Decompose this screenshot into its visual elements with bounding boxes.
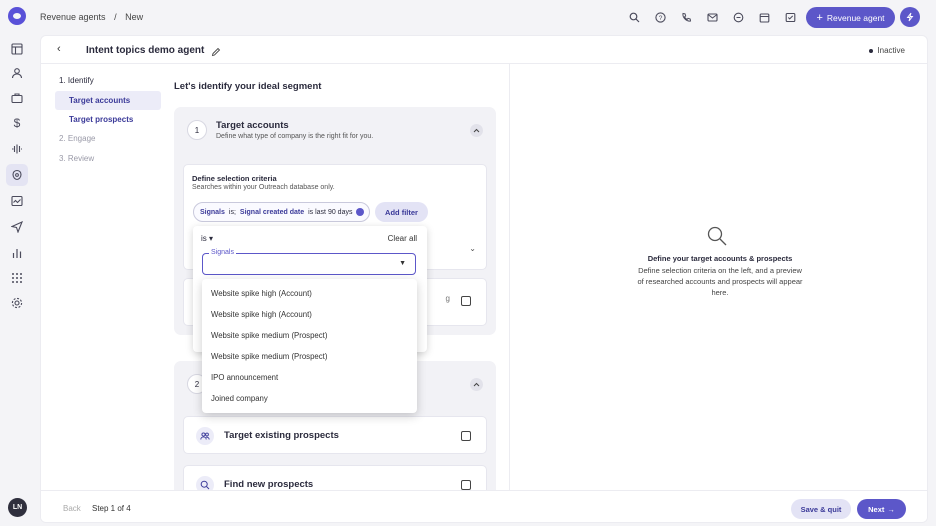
left-rail: $ LN <box>0 0 34 526</box>
menu-item[interactable]: Website spike medium (Prospect) <box>202 325 417 346</box>
existing-prospects-label: Target existing prospects <box>224 430 339 441</box>
criteria-label: Define selection criteria <box>192 174 277 183</box>
svg-text:?: ? <box>658 15 662 22</box>
revenue-agent-label: Revenue agent <box>826 12 885 23</box>
dollar-icon[interactable]: $ <box>8 114 26 132</box>
step-target-prospects[interactable]: Target prospects <box>55 110 161 129</box>
collapse-button[interactable] <box>470 378 483 391</box>
caret-down-icon: ▾ <box>209 234 214 243</box>
lightning-icon <box>906 12 914 22</box>
user-avatar[interactable]: LN <box>8 498 27 517</box>
footer-bar: Back Step 1 of 4 Save & quit Next → <box>41 490 927 522</box>
operator-value: is <box>201 234 207 243</box>
calendar-icon[interactable] <box>756 9 772 25</box>
tasks-icon[interactable] <box>782 9 798 25</box>
option-glyph: g <box>445 294 450 303</box>
preview-pane: Define your target accounts & prospects … <box>509 64 927 490</box>
agent-title: Intent topics demo agent <box>86 45 205 56</box>
panel-header: ‹ Intent topics demo agent Inactive <box>41 36 927 64</box>
status-label: Inactive <box>877 46 905 55</box>
agent-icon[interactable] <box>6 164 28 186</box>
next-label: Next <box>868 504 885 514</box>
section-title: Target accounts <box>216 120 289 131</box>
settings-gear-icon[interactable] <box>8 294 26 312</box>
arrow-right-icon: → <box>887 504 895 514</box>
caret-down-icon: ▼ <box>399 260 406 267</box>
find-new-prospects-label: Find new prospects <box>224 479 314 490</box>
chip-rest: is last 90 days <box>308 208 353 216</box>
option-checkbox[interactable] <box>461 296 471 306</box>
signals-dropdown-menu: Website spike high (Account) Website spi… <box>202 279 417 413</box>
help-icon[interactable]: ? <box>652 9 668 25</box>
chevron-up-icon <box>473 128 480 133</box>
section-subtitle: Define what type of company is the right… <box>216 133 374 140</box>
signals-select[interactable]: Signals ▼ <box>202 249 416 275</box>
menu-item[interactable]: Website spike high (Account) <box>202 283 417 304</box>
search-icon[interactable] <box>626 9 642 25</box>
outreach-logo[interactable] <box>8 7 26 25</box>
apps-grid-icon[interactable] <box>8 269 26 287</box>
save-quit-button[interactable]: Save & quit <box>791 499 851 519</box>
add-filter-button[interactable]: Add filter <box>375 202 428 222</box>
step-identify[interactable]: 1. Identify <box>55 71 161 91</box>
magnifier-icon <box>706 225 728 252</box>
collapse-button[interactable] <box>470 124 483 137</box>
mail-icon[interactable] <box>704 9 720 25</box>
menu-item[interactable]: Website spike medium (Prospect) <box>202 346 417 367</box>
preview-text: Define selection criteria on the left, a… <box>637 266 803 297</box>
step-target-accounts[interactable]: Target accounts <box>55 91 161 110</box>
back-arrow-icon[interactable]: ‹ <box>57 43 61 55</box>
clear-all-link[interactable]: Clear all <box>388 234 417 243</box>
lightning-button[interactable] <box>900 7 920 27</box>
section-number: 1 <box>187 120 207 140</box>
back-button[interactable]: Back <box>63 504 81 513</box>
status-dot <box>869 48 874 53</box>
breadcrumb-root[interactable]: Revenue agents <box>40 12 106 22</box>
top-bar: Revenue agents / New ? + Revenue agent <box>34 0 936 34</box>
breadcrumb-current: New <box>125 12 144 22</box>
waveform-icon[interactable] <box>8 140 26 158</box>
step-nav: 1. Identify Target accounts Target prosp… <box>55 71 161 169</box>
step-counter: Step 1 of 4 <box>92 504 131 513</box>
operator-select[interactable]: is ▾ <box>201 234 213 243</box>
existing-prospects-checkbox[interactable] <box>461 431 471 441</box>
send-icon[interactable] <box>8 218 26 236</box>
segment-heading: Let's identify your ideal segment <box>174 81 322 92</box>
menu-item[interactable]: Website spike high (Account) <box>202 304 417 325</box>
chat-icon[interactable] <box>730 9 746 25</box>
people-icon <box>196 427 214 445</box>
remove-chip-icon[interactable] <box>356 208 365 216</box>
breadcrumb-separator: / <box>114 12 117 22</box>
chip-is: is; <box>228 208 236 216</box>
chevron-up-icon <box>473 382 480 387</box>
add-revenue-agent-button[interactable]: + Revenue agent <box>806 7 895 28</box>
phone-icon[interactable] <box>678 9 694 25</box>
chip-signals: Signals <box>200 208 225 216</box>
menu-item[interactable]: Joined company <box>202 388 417 409</box>
next-button[interactable]: Next → <box>857 499 906 519</box>
layout-icon[interactable] <box>8 40 26 58</box>
preview-title: Define your target accounts & prospects <box>647 254 793 263</box>
plus-icon: + <box>816 11 823 24</box>
chart-icon[interactable] <box>8 244 26 262</box>
chip-date: Signal created date <box>239 208 305 216</box>
menu-item[interactable]: IPO announcement <box>202 367 417 388</box>
top-icons: ? <box>626 9 798 25</box>
option-existing-prospects[interactable]: Target existing prospects <box>183 416 487 454</box>
edit-pencil-icon[interactable] <box>211 44 221 62</box>
filter-chip[interactable]: Signals is; Signal created date is last … <box>193 202 370 222</box>
main-panel: ‹ Intent topics demo agent Inactive 1. I… <box>40 35 928 523</box>
briefcase-icon[interactable] <box>8 89 26 107</box>
activity-icon[interactable] <box>8 192 26 210</box>
chevron-down-icon[interactable]: ⌄ <box>469 244 476 253</box>
signals-select-label: Signals <box>209 249 236 256</box>
step-review[interactable]: 3. Review <box>55 149 161 169</box>
person-icon[interactable] <box>8 64 26 82</box>
criteria-subtext: Searches within your Outreach database o… <box>192 184 335 191</box>
find-new-prospects-checkbox[interactable] <box>461 480 471 490</box>
status-badge: Inactive <box>869 46 905 55</box>
breadcrumb: Revenue agents / New <box>40 12 149 22</box>
step-engage[interactable]: 2. Engage <box>55 129 161 149</box>
